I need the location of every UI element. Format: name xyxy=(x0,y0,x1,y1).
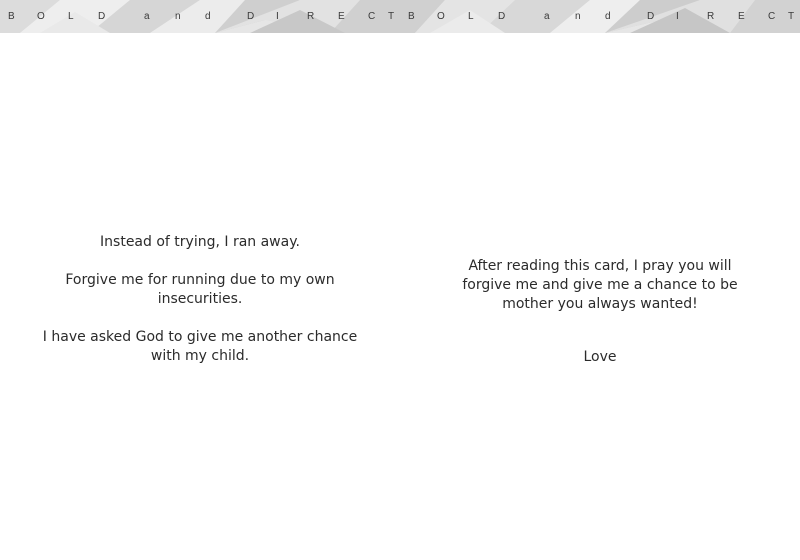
banner-letter: a xyxy=(544,11,550,22)
banner-letter: O xyxy=(37,11,45,22)
banner-letter: D xyxy=(98,11,106,22)
banner-letter: B xyxy=(8,11,15,22)
banner-letter: T xyxy=(388,11,395,22)
banner-letter: D xyxy=(247,11,255,22)
banner-letter: a xyxy=(144,11,150,22)
banner-letter: T xyxy=(788,11,795,22)
text-line: I have asked God to give me another chan… xyxy=(42,329,358,345)
banner-letter: d xyxy=(605,11,611,22)
text-line: After reading this card, I pray you will xyxy=(468,258,732,274)
banner-lettering: B O L Da n d D I R E C T xyxy=(400,0,800,33)
banner-letter: L xyxy=(468,11,474,22)
banner-letter: B xyxy=(408,11,415,22)
text-line: with my child. xyxy=(150,348,250,364)
left-card-page: B O L Da n d D I R E C T Instead of trying, I ran a… xyxy=(0,0,400,560)
banner-letter: O xyxy=(437,11,445,22)
banner-letter: D xyxy=(647,11,655,22)
banner-letter: n xyxy=(175,11,181,22)
banner-letter: D xyxy=(498,11,506,22)
signoff-text: Love xyxy=(583,349,617,365)
banner-letter: I xyxy=(276,11,279,22)
banner-lettering: B O L Da n d D I R E C T xyxy=(0,0,400,33)
left-message: Instead of trying, I ran away. Forgive m… xyxy=(0,233,400,366)
text-line: Instead of trying, I ran away. xyxy=(100,234,300,250)
banner-letter: C xyxy=(768,11,776,22)
banner-letter: E xyxy=(338,11,345,22)
banner-letter: R xyxy=(307,11,315,22)
banner-letter: R xyxy=(707,11,715,22)
banner-letter: L xyxy=(68,11,74,22)
text-line: insecurities. xyxy=(157,291,243,307)
text-line: forgive me and give me a chance to be xyxy=(462,277,738,293)
bold-and-direct-banner: B O L Da n d D I R E C T xyxy=(0,0,400,33)
banner-letter: E xyxy=(738,11,745,22)
banner-letter: d xyxy=(205,11,211,22)
right-card-page: B O L Da n d D I R E C T After reading this card, I… xyxy=(400,0,800,560)
banner-letter: C xyxy=(368,11,376,22)
right-message: After reading this card, I pray you will… xyxy=(400,257,800,367)
bold-and-direct-banner: B O L Da n d D I R E C T xyxy=(400,0,800,33)
banner-letter: I xyxy=(676,11,679,22)
text-line: mother you always wanted! xyxy=(502,296,698,312)
banner-letter: n xyxy=(575,11,581,22)
text-line: Forgive me for running due to my own xyxy=(65,272,335,288)
